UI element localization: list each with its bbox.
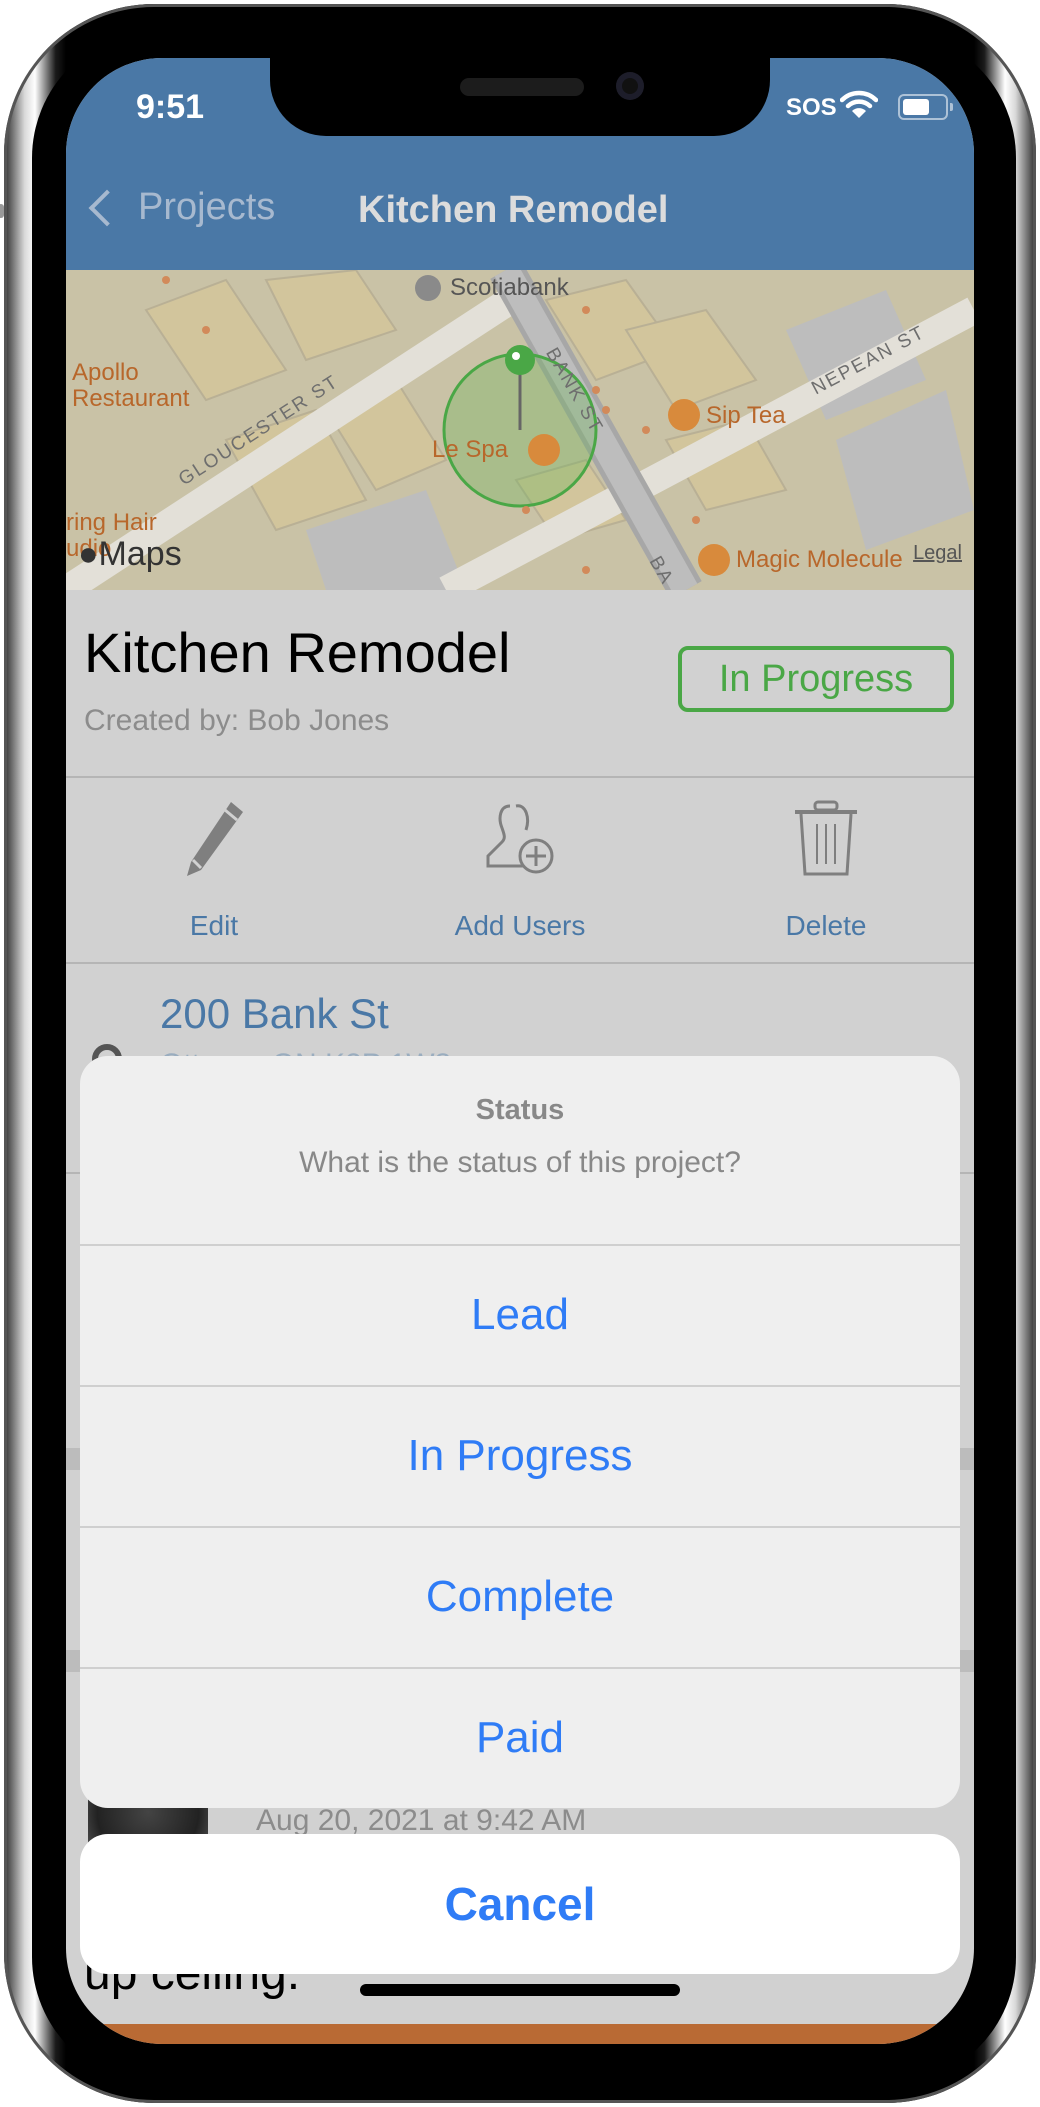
map-view[interactable]: Scotiabank Apollo Restaurant Sip Tea Le … — [66, 270, 974, 590]
address-line1[interactable]: 200 Bank St — [160, 990, 389, 1038]
edit-label: Edit — [189, 910, 239, 941]
battery-icon — [898, 94, 953, 120]
map-graphics — [66, 270, 974, 590]
back-button[interactable]: Projects — [80, 186, 275, 229]
option-in-progress[interactable]: In Progress — [80, 1385, 960, 1525]
option-paid[interactable]: Paid — [80, 1667, 960, 1807]
spa-icon — [528, 434, 560, 466]
poi-label: Scotiabank — [450, 274, 569, 301]
maps-attribution: ●Maps — [78, 535, 182, 574]
action-sheet-header: Status What is the status of this projec… — [80, 1056, 960, 1244]
attachment-strip — [66, 2024, 974, 2044]
notch — [270, 58, 770, 136]
chevron-left-icon — [88, 189, 126, 226]
icecream-icon — [698, 544, 730, 576]
maps-attribution-text: Maps — [98, 535, 182, 573]
add-user-icon — [486, 804, 554, 874]
nav-title: Kitchen Remodel — [358, 189, 669, 231]
status-badge[interactable]: In Progress — [678, 646, 954, 712]
status-time: 9:51 — [136, 88, 205, 126]
legal-link[interactable]: Legal — [913, 542, 962, 565]
map-pin-icon — [505, 345, 535, 375]
home-indicator[interactable] — [360, 1984, 680, 1996]
action-bar: Edit Add Users Delete — [66, 778, 974, 964]
bank-icon — [415, 275, 441, 301]
divider — [66, 962, 974, 964]
camera — [616, 72, 644, 100]
back-label: Projects — [138, 186, 276, 228]
edit-button[interactable]: Edit — [114, 778, 314, 964]
speaker — [460, 78, 584, 96]
poi-label: Magic Molecule — [736, 546, 903, 573]
add-users-button[interactable]: Add Users — [420, 778, 620, 964]
option-complete[interactable]: Complete — [80, 1526, 960, 1666]
wifi-icon — [840, 90, 878, 118]
apple-logo-icon: ● — [78, 535, 99, 573]
poi-label: Apollo Restaurant — [72, 359, 190, 412]
delete-label: Delete — [785, 910, 867, 941]
comment-date: Aug 20, 2021 at 9:42 AM — [256, 1804, 587, 1837]
pencil-icon — [187, 802, 243, 876]
add-users-label: Add Users — [454, 910, 586, 941]
option-lead[interactable]: Lead — [80, 1244, 960, 1384]
trash-icon — [795, 800, 857, 876]
carrier-label: SOS — [786, 94, 837, 121]
project-title: Kitchen Remodel — [84, 621, 511, 684]
project-creator: Created by: Bob Jones — [84, 704, 390, 737]
poi-label: Sip Tea — [706, 402, 786, 429]
cafe-icon — [668, 399, 700, 431]
navigation-bar: 9:51 SOS Projects Kitchen Remodel — [66, 58, 974, 270]
action-sheet-message: What is the status of this project? — [299, 1146, 741, 1179]
status-action-sheet: Status What is the status of this projec… — [80, 1056, 960, 1808]
screen: 9:51 SOS Projects Kitchen Remodel Scotia… — [66, 58, 974, 2044]
side-button — [0, 204, 4, 218]
delete-button[interactable]: Delete — [726, 778, 926, 964]
cancel-button[interactable]: Cancel — [80, 1834, 960, 1974]
poi-label: Le Spa — [432, 436, 509, 463]
project-header: Kitchen Remodel Created by: Bob Jones In… — [66, 590, 974, 776]
action-sheet-title: Status — [475, 1094, 565, 1126]
